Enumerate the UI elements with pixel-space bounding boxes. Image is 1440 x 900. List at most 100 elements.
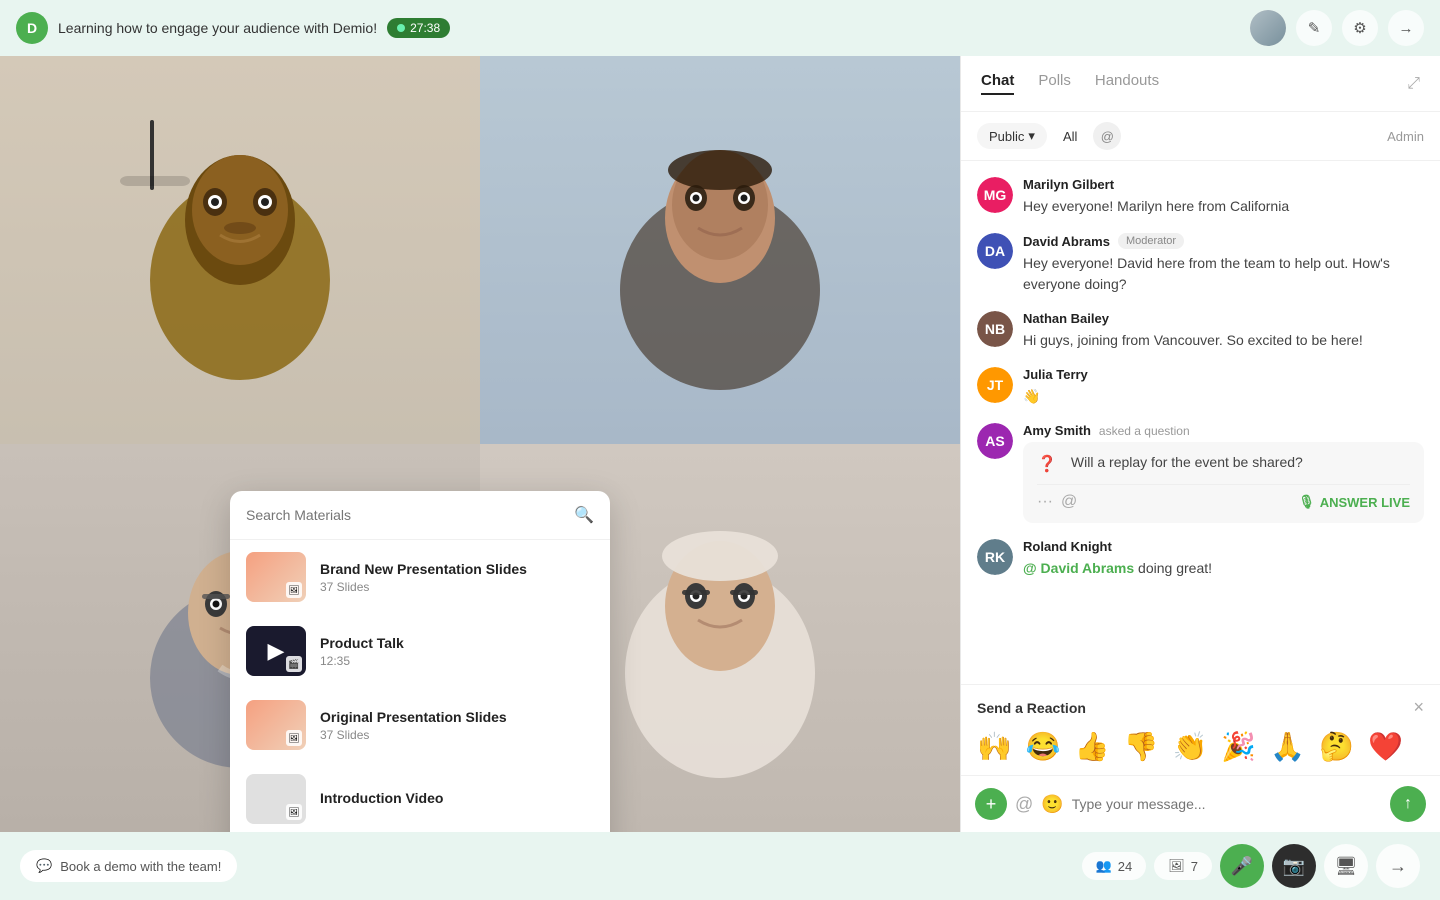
tab-handouts[interactable]: Handouts xyxy=(1095,72,1159,95)
material-meta: 37 Slides xyxy=(320,580,594,594)
moderator-badge: Moderator xyxy=(1118,233,1184,249)
person1-svg xyxy=(120,120,360,380)
reaction-emoji-3[interactable]: 👎 xyxy=(1124,730,1159,763)
reaction-emoji-4[interactable]: 👏 xyxy=(1173,730,1208,763)
msg-group: AS Amy Smith asked a question ❓ Will a r… xyxy=(977,423,1424,523)
mention-link: @ David Abrams xyxy=(1023,560,1134,576)
top-bar-left: D Learning how to engage your audience w… xyxy=(16,12,450,44)
mic-button[interactable]: 🎤 xyxy=(1220,844,1264,888)
panel-tabs: Chat Polls Handouts xyxy=(981,72,1159,95)
timer-dot xyxy=(397,24,405,32)
msg-text: @ David Abrams doing great! xyxy=(1023,558,1424,579)
material-meta: 37 Slides xyxy=(320,728,594,742)
video-cell-topleft xyxy=(0,56,480,444)
msg-header: Amy Smith asked a question xyxy=(1023,423,1424,438)
material-item[interactable]: 🖼 Original Presentation Slides 37 Slides xyxy=(230,688,610,762)
book-demo-label: Book a demo with the team! xyxy=(60,859,221,874)
admin-filter-label: Admin xyxy=(1387,129,1424,144)
msg-author: Marilyn Gilbert xyxy=(1023,177,1114,192)
answer-live-button[interactable]: 🎙 ANSWER LIVE xyxy=(1298,494,1410,510)
emoji-picker-icon[interactable]: 🙂 xyxy=(1041,794,1063,815)
thumb-type-icon: 🖼 xyxy=(286,730,302,746)
at-mention-icon[interactable]: @ xyxy=(1015,794,1033,815)
camera-button[interactable]: 📷 xyxy=(1272,844,1316,888)
public-filter-dropdown[interactable]: Public ▾ xyxy=(977,123,1047,149)
at-icon[interactable]: @ xyxy=(1061,493,1077,511)
reaction-title: Send a Reaction xyxy=(977,700,1086,716)
screen-share-button[interactable]: 🖥 xyxy=(1324,844,1368,888)
add-message-button[interactable]: + xyxy=(975,788,1007,820)
book-demo-icon: 💬 xyxy=(36,858,52,874)
materials-badge[interactable]: 🖼 7 xyxy=(1154,852,1212,880)
msg-text: 👋 xyxy=(1023,386,1424,407)
msg-content: Marilyn Gilbert Hey everyone! Marilyn he… xyxy=(1023,177,1424,217)
msg-group: JT Julia Terry 👋 xyxy=(977,367,1424,407)
material-info: Brand New Presentation Slides 37 Slides xyxy=(320,561,594,594)
video-cell-topright xyxy=(480,56,960,444)
attendees-count: 24 xyxy=(1118,859,1132,874)
at-filter-button[interactable]: @ xyxy=(1093,122,1121,150)
msg-content: Roland Knight @ David Abrams doing great… xyxy=(1023,539,1424,579)
material-thumb: 🖼 xyxy=(246,700,306,750)
msg-author: Amy Smith xyxy=(1023,423,1091,438)
session-title: Learning how to engage your audience wit… xyxy=(58,20,377,36)
exit-button[interactable]: → xyxy=(1388,10,1424,46)
chat-input[interactable] xyxy=(1072,796,1382,812)
msg-content: Amy Smith asked a question ❓ Will a repl… xyxy=(1023,423,1424,523)
material-item[interactable]: 🖼 Introduction Video xyxy=(230,762,610,832)
reaction-emoji-1[interactable]: 😂 xyxy=(1026,730,1061,763)
msg-author: Julia Terry xyxy=(1023,367,1088,382)
avatar-circle: JT xyxy=(977,367,1013,403)
settings-button[interactable]: ⚙ xyxy=(1342,10,1378,46)
msg-avatar: JT xyxy=(977,367,1013,403)
tab-chat[interactable]: Chat xyxy=(981,72,1014,95)
reaction-emoji-2[interactable]: 👍 xyxy=(1075,730,1110,763)
material-name: Introduction Video xyxy=(320,790,594,806)
reaction-close-button[interactable]: × xyxy=(1413,697,1424,718)
msg-group: DA David Abrams Moderator Hey everyone! … xyxy=(977,233,1424,295)
send-button[interactable]: ↑ xyxy=(1390,786,1426,822)
question-actions: ··· @ 🎙 ANSWER LIVE xyxy=(1037,484,1410,511)
public-label: Public xyxy=(989,129,1024,144)
qa-left: ··· @ xyxy=(1037,493,1077,511)
attendees-badge[interactable]: 👥 24 xyxy=(1082,852,1147,880)
material-item[interactable]: ▶ 🎬 Product Talk 12:35 xyxy=(230,614,610,688)
expand-icon[interactable]: ⤢ xyxy=(1407,75,1420,93)
leave-button[interactable]: → xyxy=(1376,844,1420,888)
book-demo-button[interactable]: 💬 Book a demo with the team! xyxy=(20,850,237,882)
thumb-type-icon: 🎬 xyxy=(286,656,302,672)
question-icon: ❓ xyxy=(1037,454,1057,474)
asked-question-label: asked a question xyxy=(1099,424,1190,438)
timer-badge: 27:38 xyxy=(387,18,450,38)
msg-avatar: DA xyxy=(977,233,1013,269)
reaction-emoji-0[interactable]: 🙌 xyxy=(977,730,1012,763)
search-input[interactable] xyxy=(246,507,566,523)
msg-content: Julia Terry 👋 xyxy=(1023,367,1424,407)
search-bar: 🔍 xyxy=(230,491,610,540)
material-info: Product Talk 12:35 xyxy=(320,635,594,668)
avatar-circle: DA xyxy=(977,233,1013,269)
reaction-emoji-8[interactable]: ❤️ xyxy=(1368,730,1403,763)
tab-polls[interactable]: Polls xyxy=(1038,72,1071,95)
all-filter-option[interactable]: All xyxy=(1055,124,1085,149)
material-item[interactable]: 🖼 Brand New Presentation Slides 37 Slide… xyxy=(230,540,610,614)
msg-group: NB Nathan Bailey Hi guys, joining from V… xyxy=(977,311,1424,351)
msg-avatar: AS xyxy=(977,423,1013,459)
face-tr xyxy=(480,56,960,444)
search-icon: 🔍 xyxy=(574,505,594,525)
more-icon[interactable]: ··· xyxy=(1037,493,1053,511)
chevron-down-icon: ▾ xyxy=(1028,128,1035,144)
attendees-icon: 👥 xyxy=(1096,858,1112,874)
material-info: Original Presentation Slides 37 Slides xyxy=(320,709,594,742)
msg-header: Marilyn Gilbert xyxy=(1023,177,1424,192)
msg-header: Roland Knight xyxy=(1023,539,1424,554)
demio-logo: D xyxy=(16,12,48,44)
panel-header: Chat Polls Handouts ⤢ xyxy=(961,56,1440,112)
material-name: Product Talk xyxy=(320,635,594,651)
pencil-button[interactable]: ✎ xyxy=(1296,10,1332,46)
msg-content: Nathan Bailey Hi guys, joining from Vanc… xyxy=(1023,311,1424,351)
reaction-emoji-5[interactable]: 🎉 xyxy=(1221,730,1256,763)
material-thumb: ▶ 🎬 xyxy=(246,626,306,676)
reaction-emoji-7[interactable]: 🤔 xyxy=(1319,730,1354,763)
reaction-emoji-6[interactable]: 🙏 xyxy=(1270,730,1305,763)
